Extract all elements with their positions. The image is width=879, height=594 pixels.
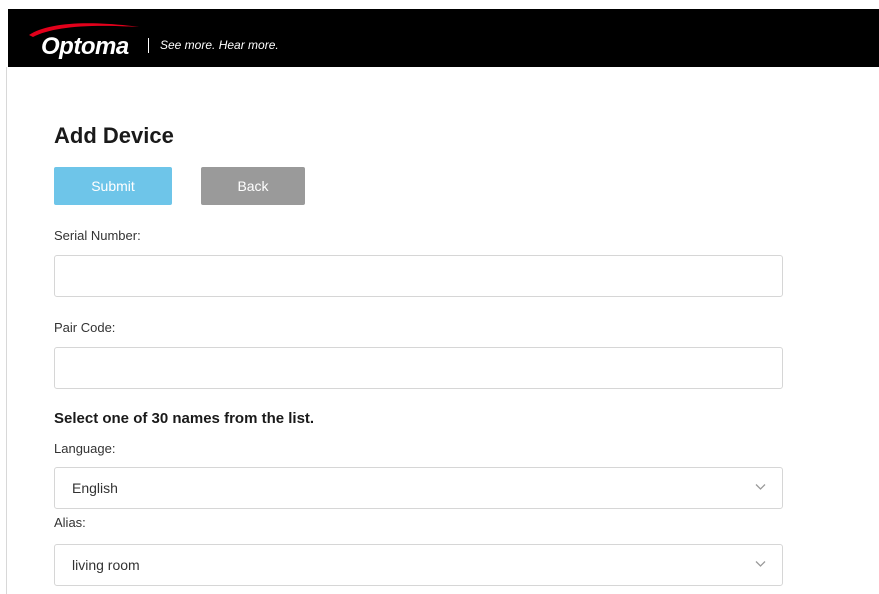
pair-code-label: Pair Code: <box>54 320 116 335</box>
serial-number-input[interactable] <box>54 255 783 297</box>
page-left-border <box>6 67 7 594</box>
serial-number-label: Serial Number: <box>54 228 141 243</box>
header-tagline: See more. Hear more. <box>160 38 279 52</box>
submit-button[interactable]: Submit <box>54 167 172 205</box>
chevron-down-icon <box>755 561 766 567</box>
alias-label: Alias: <box>54 515 86 530</box>
chevron-down-icon <box>755 484 766 490</box>
back-button[interactable]: Back <box>201 167 305 205</box>
alias-selected-value: living room <box>72 557 140 573</box>
logo-wordmark: Optoma <box>41 33 129 60</box>
language-label: Language: <box>54 441 116 456</box>
pair-code-input[interactable] <box>54 347 783 389</box>
alias-select[interactable]: living room <box>54 544 783 586</box>
header-divider <box>148 38 149 53</box>
page-title: Add Device <box>54 123 174 148</box>
site-header: Optoma See more. Hear more. <box>8 9 879 67</box>
language-select[interactable]: English <box>54 467 783 509</box>
names-instruction-heading: Select one of 30 names from the list. <box>54 410 315 427</box>
app-window: Optoma See more. Hear more. Add Device S… <box>0 0 879 594</box>
optoma-logo[interactable]: Optoma <box>27 21 142 61</box>
language-selected-value: English <box>72 480 118 496</box>
